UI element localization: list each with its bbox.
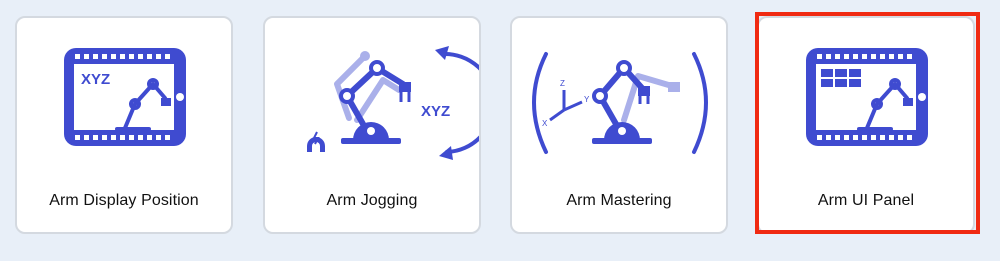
card-label: Arm UI Panel bbox=[817, 192, 915, 209]
card-label: Arm Mastering bbox=[566, 192, 672, 209]
axis-z-label: Z bbox=[560, 79, 565, 88]
xyz-text: XYZ bbox=[81, 71, 110, 88]
arm-mastering-card[interactable]: Z Y X Arm Mastering bbox=[510, 16, 728, 234]
arm-ui-panel-card[interactable]: Arm UI Panel bbox=[757, 16, 975, 234]
axis-x-label: X bbox=[542, 119, 548, 128]
xyz-text: XYZ bbox=[421, 103, 450, 120]
tablet-robot-arm-panel-icon bbox=[806, 48, 928, 146]
app-tiles-grid: XYZ Arm Display Position XYZ Arm Jogging… bbox=[0, 0, 1000, 261]
tablet-robot-arm-xyz-icon: XYZ bbox=[64, 48, 186, 146]
card-label: Arm Jogging bbox=[326, 192, 418, 209]
card-label: Arm Display Position bbox=[49, 192, 199, 209]
arm-jogging-card[interactable]: XYZ Arm Jogging bbox=[263, 16, 481, 234]
arm-display-position-card[interactable]: XYZ Arm Display Position bbox=[15, 16, 233, 234]
robot-arm-jog-rotate-icon: XYZ bbox=[307, 46, 479, 160]
axis-y-label: Y bbox=[584, 95, 590, 104]
robot-arm-mastering-axes-icon: Z Y X bbox=[532, 52, 708, 154]
